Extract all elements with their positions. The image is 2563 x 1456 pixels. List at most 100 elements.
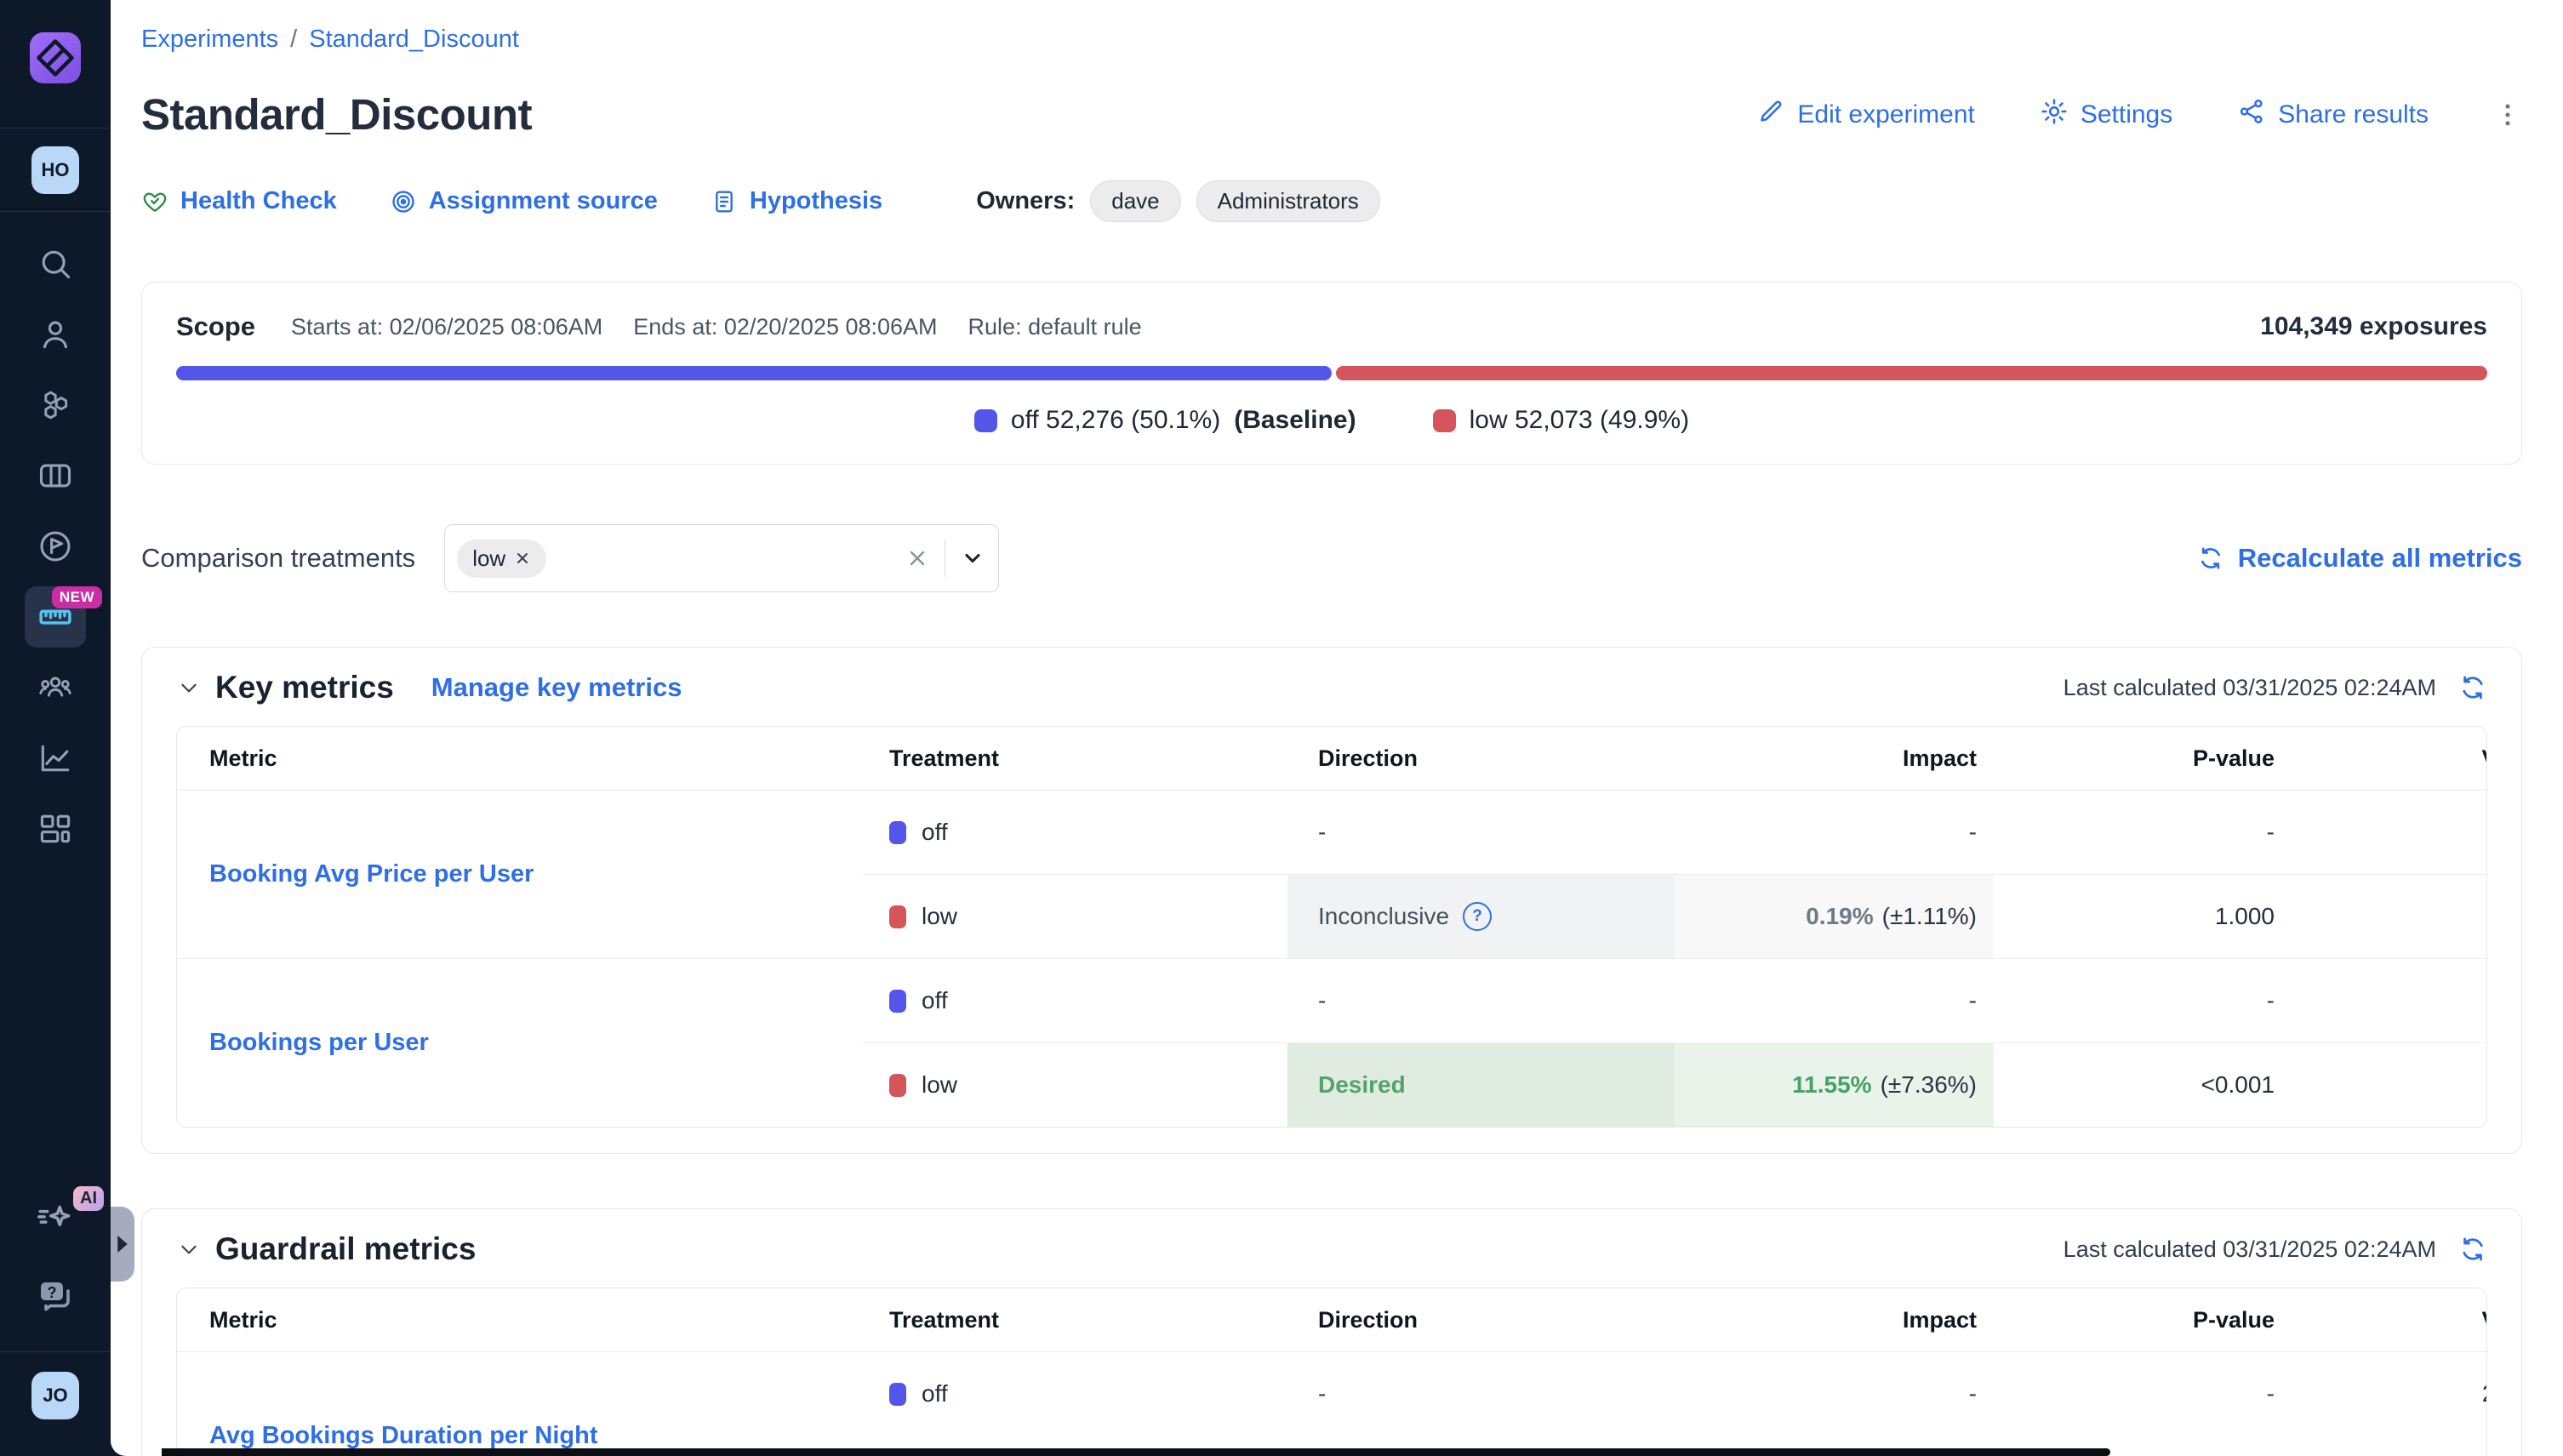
direction-value: - [1318, 987, 1326, 1014]
impact-cell: 11.55%(±7.36%) [1675, 1043, 1994, 1127]
sidebar-expand-handle[interactable] [111, 1207, 134, 1282]
p-value: - [2267, 819, 2275, 846]
direction-cell: - [1287, 1352, 1675, 1436]
scope-rule: Rule: default rule [968, 314, 1142, 340]
more-options-button[interactable] [2493, 100, 2522, 129]
document-icon [711, 188, 738, 215]
refresh-icon [2197, 545, 2224, 572]
breadcrumb-separator: / [290, 26, 297, 54]
legend-low-text: low 52,073 (49.9%) [1470, 406, 1690, 435]
metric-cell: Booking Avg Price per User [177, 791, 862, 958]
treatment-row: lowDesired11.55%(±7.36%)<0.0010.1 [862, 1042, 2487, 1127]
column-header-direction: Direction [1287, 1307, 1675, 1333]
columns-icon [25, 445, 86, 506]
manage-key-metrics-link[interactable]: Manage key metrics [431, 672, 682, 703]
breadcrumb-experiments[interactable]: Experiments [141, 26, 278, 54]
health-check-label: Health Check [180, 187, 337, 215]
direction-value: - [1318, 1380, 1326, 1407]
key-metrics-table: MetricTreatmentDirectionImpactP-valueVal… [176, 726, 2487, 1128]
sidebar-nav: NEW [0, 228, 111, 864]
hypothesis-link[interactable]: Hypothesis [711, 187, 882, 215]
treatment-name: off [922, 819, 948, 846]
treatment-cell: off [862, 791, 1287, 874]
guardrail-metrics-table: MetricTreatmentDirectionImpactP-valueVal… [176, 1288, 2487, 1456]
share-results-button[interactable]: Share results [2237, 97, 2429, 133]
user-avatar[interactable]: JO [31, 1372, 79, 1419]
horizontal-scrollbar[interactable] [162, 1448, 2110, 1456]
sidebar-item-help[interactable]: ? [0, 1275, 111, 1320]
sidebar-item-hexagons[interactable] [0, 369, 111, 440]
treatment-cell: low [862, 1043, 1287, 1127]
metric-link[interactable]: Bookings per User [209, 1029, 429, 1057]
p-value: <0.001 [2201, 1071, 2275, 1099]
collapse-chevron-icon[interactable] [176, 675, 202, 700]
low-swatch [1433, 409, 1456, 432]
grid-icon [25, 798, 86, 859]
sidebar-item-flag-circle[interactable] [0, 511, 111, 581]
owner-chip-administrators[interactable]: Administrators [1196, 180, 1380, 222]
sidebar-item-ruler[interactable]: NEW [0, 581, 111, 652]
page-title: Standard_Discount [141, 89, 532, 140]
sidebar-item-columns[interactable] [0, 440, 111, 511]
sidebar-divider [0, 1351, 111, 1352]
legend-baseline-text: (Baseline) [1234, 406, 1356, 435]
value-cell: 1.0 [2275, 875, 2487, 958]
assignment-source-link[interactable]: Assignment source [390, 187, 658, 215]
refresh-icon[interactable] [2458, 1235, 2487, 1264]
impact-value: - [1969, 819, 1977, 846]
breadcrumb: Experiments / Standard_Discount [141, 26, 2522, 54]
impact-value: - [1969, 987, 1977, 1014]
sidebar-item-people[interactable] [0, 652, 111, 722]
key-metrics-title: Key metrics [215, 670, 394, 705]
p-value: - [2267, 987, 2275, 1014]
new-badge: NEW [52, 586, 102, 608]
app-logo[interactable] [30, 32, 81, 83]
direction-cell: - [1287, 791, 1675, 874]
table-header-row: MetricTreatmentDirectionImpactP-valueVal… [177, 1288, 2486, 1351]
statsig-logo-icon [30, 32, 81, 83]
breadcrumb-current[interactable]: Standard_Discount [309, 26, 519, 54]
value-cell: 0.1 [2275, 1043, 2487, 1127]
column-header-impact: Impact [1675, 1307, 1994, 1333]
sidebar: HO NEW AI ? JO [0, 0, 111, 1456]
guardrail-metrics-title: Guardrail metrics [215, 1231, 476, 1267]
direction-value: - [1318, 819, 1326, 846]
impact-confidence-interval: (±7.36%) [1881, 1071, 1977, 1099]
refresh-icon[interactable] [2458, 673, 2487, 702]
sidebar-item-ai-assistant[interactable]: AI [0, 1198, 111, 1241]
treatment-swatch [889, 905, 906, 928]
collapse-chevron-icon[interactable] [176, 1236, 202, 1262]
metric-link[interactable]: Avg Bookings Duration per Night [209, 1422, 597, 1450]
treatment-row: off---238.3 [862, 1352, 2487, 1436]
sidebar-item-grid[interactable] [0, 793, 111, 864]
p-value-cell: <0.001 [1994, 1043, 2275, 1127]
question-circle-icon[interactable]: ? [1463, 902, 1492, 931]
p-value-cell: 1.000 [1994, 875, 2275, 958]
column-header-impact: Impact [1675, 745, 1994, 772]
chevron-down-icon[interactable] [961, 546, 985, 570]
people-icon [25, 657, 86, 718]
sidebar-item-search[interactable] [0, 228, 111, 299]
treatment-name: low [922, 903, 957, 930]
column-header-value: Value [2275, 745, 2487, 772]
metric-link[interactable]: Booking Avg Price per User [209, 860, 534, 888]
key-metrics-card: Key metrics Manage key metrics Last calc… [141, 647, 2522, 1154]
exposure-legend: off 52,276 (50.1%) (Baseline) low 52,073… [176, 406, 2487, 435]
edit-experiment-button[interactable]: Edit experiment [1756, 97, 1974, 133]
sidebar-item-user[interactable] [0, 299, 111, 369]
clear-selection-icon[interactable] [905, 546, 929, 570]
health-check-link[interactable]: Health Check [141, 187, 337, 215]
assignment-source-label: Assignment source [429, 187, 658, 215]
settings-button[interactable]: Settings [2040, 97, 2172, 133]
settings-label: Settings [2081, 100, 2172, 129]
user-icon [25, 304, 86, 365]
treatment-swatch [889, 821, 906, 844]
metric-value: 238.3 [2482, 1380, 2487, 1407]
sidebar-item-line-chart[interactable] [0, 722, 111, 793]
header-actions: Edit experiment Settings [1756, 97, 2522, 133]
owner-chip-dave[interactable]: dave [1090, 180, 1180, 222]
org-badge[interactable]: HO [31, 146, 79, 194]
recalculate-all-metrics-button[interactable]: Recalculate all metrics [2197, 543, 2522, 574]
comparison-treatments-select[interactable]: low [444, 524, 999, 592]
treatment-chip-low[interactable]: low [457, 540, 546, 578]
